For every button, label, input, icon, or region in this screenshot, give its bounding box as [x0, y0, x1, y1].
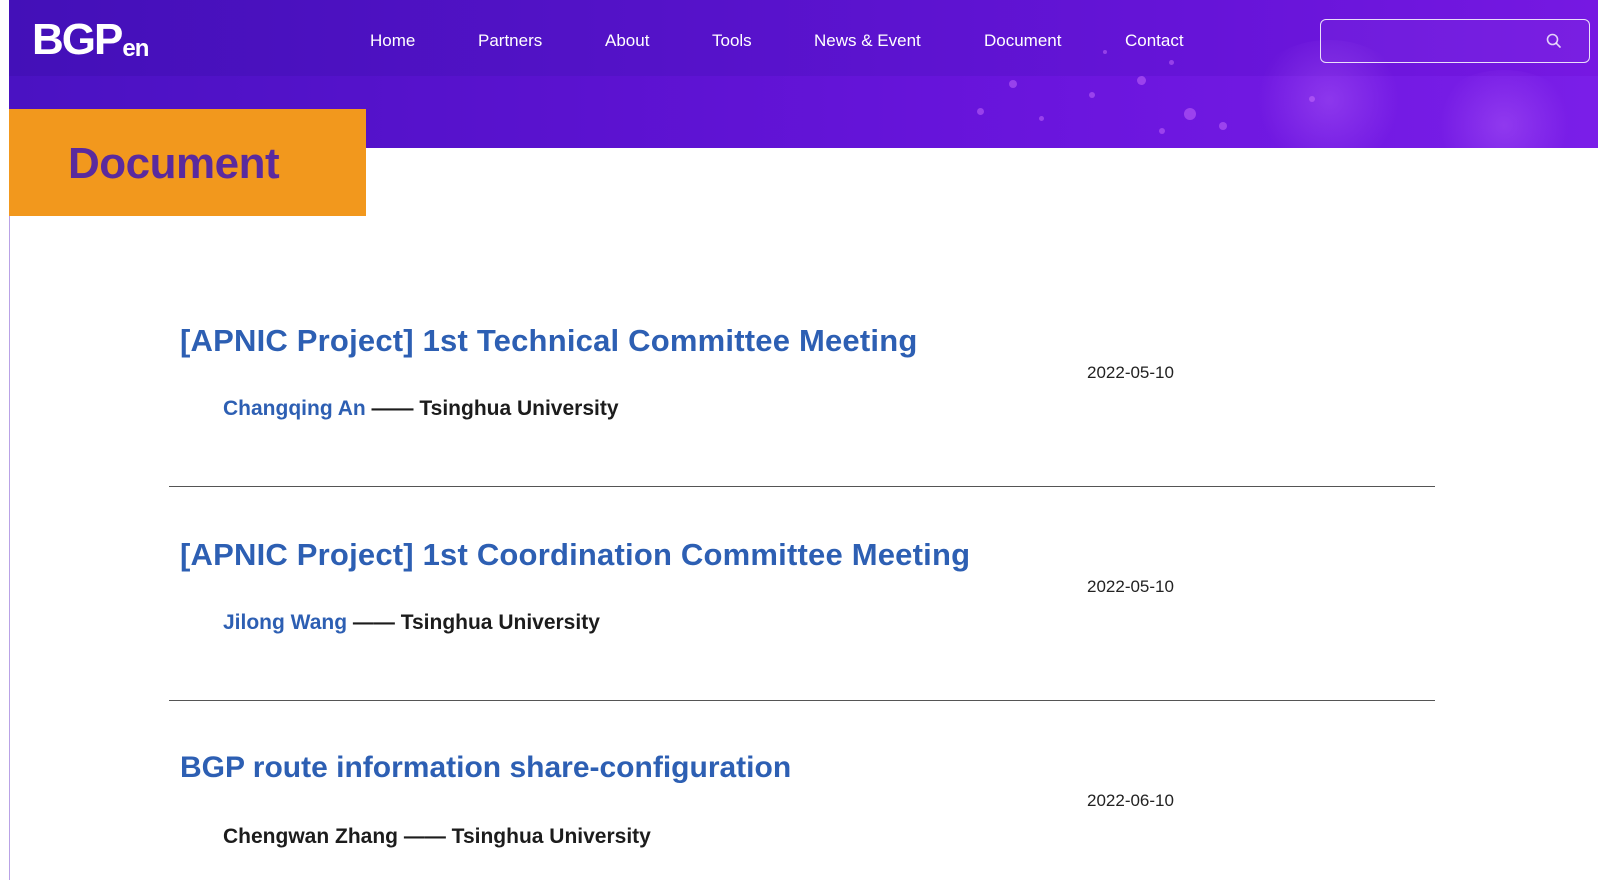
left-border	[9, 215, 10, 880]
document-date: 2022-05-10	[1087, 577, 1174, 596]
document-author-line: Jilong Wang —— Tsinghua University	[223, 611, 600, 635]
document-date: 2022-05-10	[1087, 363, 1174, 382]
nav-partners[interactable]: Partners	[478, 31, 542, 51]
bokeh-dot	[1219, 122, 1227, 130]
bokeh-dot	[1159, 128, 1165, 134]
search-input[interactable]	[1321, 20, 1541, 62]
page: BGP en Home Partners About Tools News & …	[0, 0, 1598, 880]
document-title-link[interactable]: [APNIC Project] 1st Technical Committee …	[180, 323, 917, 359]
document-title-link[interactable]: [APNIC Project] 1st Coordination Committ…	[180, 537, 970, 573]
author-name[interactable]: Jilong Wang	[223, 611, 347, 634]
bokeh-dot	[977, 108, 984, 115]
nav-contact[interactable]: Contact	[1125, 31, 1184, 51]
divider	[169, 700, 1435, 701]
bokeh-glow	[1429, 70, 1579, 148]
document-title-link[interactable]: BGP route information share-configuratio…	[180, 751, 791, 785]
search-box	[1320, 19, 1590, 63]
divider	[169, 486, 1435, 487]
bokeh-dot	[1184, 108, 1196, 120]
author-name: Chengwan Zhang	[223, 825, 398, 848]
author-organization: Tsinghua University	[451, 825, 651, 848]
author-organization: Tsinghua University	[400, 611, 600, 634]
nav-document[interactable]: Document	[984, 31, 1061, 51]
author-separator: ——	[347, 611, 401, 634]
bokeh-dot	[1089, 92, 1095, 98]
document-date: 2022-06-10	[1087, 791, 1174, 810]
nav-about[interactable]: About	[605, 31, 649, 51]
nav-news-event[interactable]: News & Event	[814, 31, 921, 51]
bokeh-dot	[1309, 96, 1315, 102]
nav-tools[interactable]: Tools	[712, 31, 752, 51]
document-author-line: Changqing An —— Tsinghua University	[223, 397, 619, 421]
author-separator: ——	[365, 397, 420, 420]
author-separator: ——	[398, 825, 452, 848]
nav-home[interactable]: Home	[370, 31, 415, 51]
author-name[interactable]: Changqing An	[223, 397, 366, 420]
page-title: Document	[68, 139, 280, 188]
bokeh-dot	[1039, 116, 1044, 121]
document-author-line: Chengwan Zhang —— Tsinghua University	[223, 825, 651, 849]
search-icon[interactable]	[1545, 32, 1563, 50]
page-title-tab: Document	[9, 109, 366, 216]
bokeh-dot	[1009, 80, 1017, 88]
author-organization: Tsinghua University	[419, 397, 619, 420]
